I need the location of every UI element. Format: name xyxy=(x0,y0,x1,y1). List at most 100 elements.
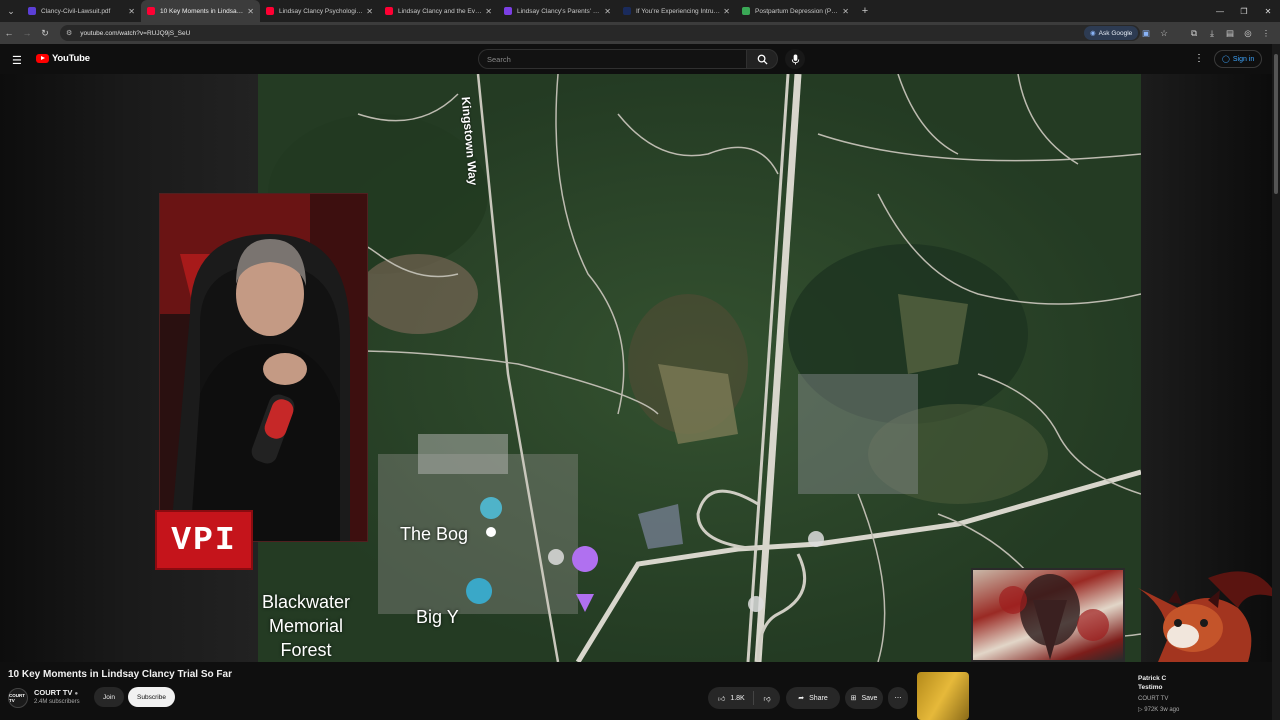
youtube-logo[interactable]: YouTube xyxy=(36,53,90,64)
tab-title: Postpartum Depression (PPD): xyxy=(755,7,840,15)
related-title-line-2: Testimo xyxy=(1138,684,1163,691)
browser-tab-strip: ⌄ Clancy-Civil-Lawsuit.pdf ✕ 10 Key Moment… xyxy=(0,0,1280,22)
related-video-meta: ▷ 972K 3w ago xyxy=(1138,706,1179,713)
menu-icon[interactable]: ☰ xyxy=(12,54,22,67)
browser-tab[interactable]: Lindsay Clancy Psychologist Di ✕ xyxy=(260,0,379,22)
vpi-logo: VPI xyxy=(155,510,253,570)
share-label: Share xyxy=(809,694,828,702)
bookmark-star-icon[interactable]: ☆ xyxy=(1158,28,1170,39)
browser-tab[interactable]: Clancy-Civil-Lawsuit.pdf ✕ xyxy=(22,0,141,22)
red-panda-image xyxy=(1138,571,1278,662)
site-info-icon[interactable]: ⚙ xyxy=(66,29,72,37)
host-webcam-overlay xyxy=(159,193,368,542)
tab-close-icon[interactable]: ✕ xyxy=(604,7,611,16)
extensions-icon[interactable]: ⧉ xyxy=(1188,28,1200,39)
map-label-the-bog: The Bog xyxy=(400,524,469,544)
related-title-line-1: Patrick C xyxy=(1138,675,1167,682)
tab-close-icon[interactable]: ✕ xyxy=(842,7,849,16)
video-player[interactable]: Kingstown Way The Bog Big Y Blackwater M… xyxy=(0,74,1280,662)
join-button[interactable]: Join xyxy=(94,687,124,707)
browser-menu-icon[interactable]: ⋮ xyxy=(1260,28,1272,39)
tab-close-icon[interactable]: ✕ xyxy=(723,7,730,16)
channel-avatar[interactable]: COURT TV xyxy=(8,688,28,708)
thumbs-up-icon: 👍︎ xyxy=(718,695,726,703)
like-dislike-group: 👍︎ 1.8K 👎︎ xyxy=(708,687,780,709)
dislike-button[interactable]: 👎︎ xyxy=(754,694,780,703)
tab-title: If You're Experiencing Intrusive xyxy=(636,7,721,15)
tab-close-icon[interactable]: ✕ xyxy=(128,7,135,16)
sign-in-label: Sign in xyxy=(1232,55,1255,63)
save-icon: ⊞ xyxy=(850,695,857,702)
voice-search-button[interactable] xyxy=(785,49,805,69)
browser-tab[interactable]: Postpartum Depression (PPD): ✕ xyxy=(736,0,855,22)
tab-favicon-icon xyxy=(623,7,631,15)
artwork-image xyxy=(999,574,1109,660)
browser-tab[interactable]: Lindsay Clancy and the Evidenc ✕ xyxy=(379,0,498,22)
url-bar[interactable]: ⚙ youtube.com/watch?v=RUJQ9jS_SeU xyxy=(60,25,1140,41)
like-count: 1.8K xyxy=(730,694,745,702)
tab-close-icon[interactable]: ✕ xyxy=(366,7,373,16)
thumbs-down-icon: 👎︎ xyxy=(763,695,771,703)
verified-icon: ● xyxy=(74,691,79,697)
related-video-title[interactable]: Patrick C Testimo xyxy=(1138,674,1258,692)
map-label-big-y: Big Y xyxy=(416,607,459,627)
forward-icon[interactable]: → xyxy=(18,22,36,44)
new-tab-icon[interactable]: + xyxy=(855,0,875,22)
share-button[interactable]: ➦ Share xyxy=(786,687,840,709)
video-meta-section: 10 Key Moments in Lindsay Clancy Trial S… xyxy=(0,662,1280,720)
google-lens-icon: ◉ xyxy=(1090,30,1096,37)
minimize-icon[interactable]: — xyxy=(1208,0,1232,22)
page-scrollbar[interactable] xyxy=(1272,44,1280,720)
address-toolbar: ← → ↻ ⚙ youtube.com/watch?v=RUJQ9jS_SeU … xyxy=(0,22,1280,44)
tab-close-icon[interactable]: ✕ xyxy=(247,7,254,16)
back-icon[interactable]: ← xyxy=(0,22,18,44)
tab-favicon-icon xyxy=(742,7,750,15)
sign-in-button[interactable]: ◯ Sign in xyxy=(1214,50,1263,68)
subscribe-button[interactable]: Subscribe xyxy=(128,687,175,707)
sidebar-icon[interactable]: ▤ xyxy=(1224,28,1236,39)
tab-favicon-icon xyxy=(147,7,155,15)
save-button[interactable]: ⊞ Save xyxy=(845,687,883,709)
subscriber-count: 2.4M subscribers xyxy=(34,699,80,705)
save-label: Save xyxy=(861,694,878,702)
maximize-icon[interactable]: ❐ xyxy=(1232,0,1256,22)
downloads-icon[interactable]: ⤓ xyxy=(1206,28,1218,39)
search-button[interactable] xyxy=(746,49,778,69)
related-age: 3w ago xyxy=(1159,707,1180,713)
tab-favicon-icon xyxy=(266,7,274,15)
ask-google-button[interactable]: ◉ Ask Google xyxy=(1084,26,1139,40)
youtube-header: ☰ YouTube Search ⋮ ◯ Sign in xyxy=(0,44,1280,74)
toolbar-icons: ▣ ☆ ⧉ ⤓ ▤ ◎ ⋮ xyxy=(1140,22,1272,44)
related-play-icon: ▷ xyxy=(1138,707,1143,713)
channel-name[interactable]: COURT TV ● xyxy=(34,688,78,697)
tab-title: 10 Key Moments in Lindsay Cla xyxy=(160,7,245,15)
search-input[interactable]: Search xyxy=(478,49,746,69)
related-video-thumbnail[interactable] xyxy=(917,672,969,720)
reload-icon[interactable]: ↻ xyxy=(36,22,54,44)
more-icon: ⋯ xyxy=(894,695,902,702)
profile-icon[interactable]: ◎ xyxy=(1242,28,1254,39)
red-panda-mascot xyxy=(1128,568,1280,662)
close-window-icon[interactable]: ✕ xyxy=(1256,0,1280,22)
like-button[interactable]: 👍︎ 1.8K xyxy=(708,691,754,705)
forest-line-1: Blackwater xyxy=(262,592,351,612)
browser-tab[interactable]: Lindsay Clancy's Parents' $1 Mi ✕ xyxy=(498,0,617,22)
scrollbar-thumb[interactable] xyxy=(1274,54,1278,194)
url-text: youtube.com/watch?v=RUJQ9jS_SeU xyxy=(80,29,191,37)
more-actions-button[interactable]: ⋯ xyxy=(888,687,908,709)
account-icon: ◯ xyxy=(1222,56,1230,63)
browser-tab[interactable]: If You're Experiencing Intrusive ✕ xyxy=(617,0,736,22)
microphone-icon xyxy=(791,53,799,65)
artwork-overlay xyxy=(971,568,1125,662)
tab-search-icon[interactable]: ⌄ xyxy=(0,0,22,22)
settings-kebab-icon[interactable]: ⋮ xyxy=(1194,53,1204,64)
tab-title: Lindsay Clancy's Parents' $1 Mi xyxy=(517,7,602,15)
browser-tab[interactable]: 10 Key Moments in Lindsay Cla ✕ xyxy=(141,0,260,22)
youtube-wordmark: YouTube xyxy=(52,53,90,64)
cast-icon[interactable]: ▣ xyxy=(1140,28,1152,39)
channel-name-label: COURT TV xyxy=(34,688,73,697)
ask-google-label: Ask Google xyxy=(1098,29,1133,37)
tab-favicon-icon xyxy=(385,7,393,15)
tab-title: Lindsay Clancy Psychologist Di xyxy=(279,7,364,15)
tab-close-icon[interactable]: ✕ xyxy=(485,7,492,16)
